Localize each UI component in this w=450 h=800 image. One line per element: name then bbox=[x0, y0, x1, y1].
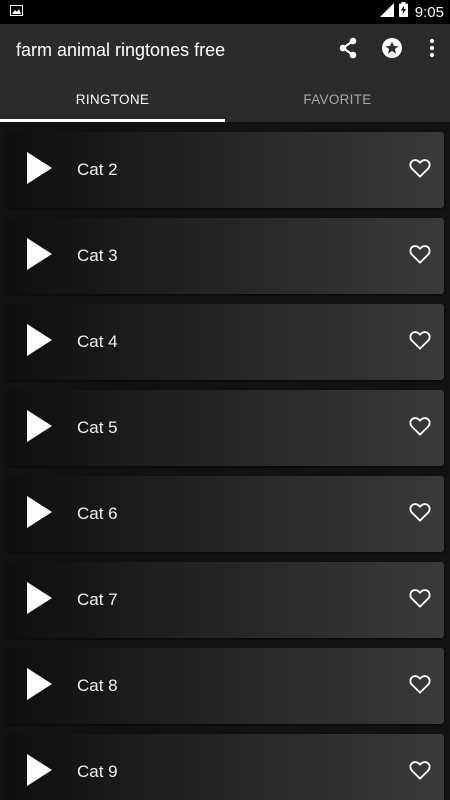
favorite-button[interactable] bbox=[398, 562, 442, 638]
list-item[interactable]: Cat 4 bbox=[6, 304, 444, 380]
play-button[interactable] bbox=[6, 562, 72, 638]
play-icon bbox=[25, 667, 53, 706]
play-button[interactable] bbox=[6, 132, 72, 208]
ringtone-title: Cat 5 bbox=[77, 418, 118, 437]
ringtone-title: Cat 9 bbox=[77, 762, 118, 781]
more-options-button[interactable] bbox=[414, 28, 450, 72]
list-item[interactable]: Cat 5 bbox=[6, 390, 444, 466]
heart-outline-icon bbox=[409, 158, 431, 183]
ringtone-title: Cat 8 bbox=[77, 676, 118, 695]
play-icon bbox=[25, 151, 53, 190]
rate-button[interactable] bbox=[370, 28, 414, 72]
status-time: 9:05 bbox=[414, 3, 444, 21]
play-button[interactable] bbox=[6, 476, 72, 552]
battery-charging-icon bbox=[398, 2, 408, 22]
ringtone-list: Cat 2 Cat 3 Cat 4 Cat 5 Cat 6 Cat 7 Cat … bbox=[0, 122, 450, 800]
image-notification-icon bbox=[10, 3, 23, 21]
play-button[interactable] bbox=[6, 218, 72, 294]
list-item[interactable]: Cat 8 bbox=[6, 648, 444, 724]
status-bar: 9:05 bbox=[0, 0, 450, 24]
play-button[interactable] bbox=[6, 648, 72, 724]
heart-outline-icon bbox=[409, 330, 431, 355]
heart-outline-icon bbox=[409, 244, 431, 269]
ringtone-title: Cat 6 bbox=[77, 504, 118, 523]
favorite-button[interactable] bbox=[398, 476, 442, 552]
play-icon bbox=[25, 409, 53, 448]
ringtone-title: Cat 4 bbox=[77, 332, 118, 351]
favorite-button[interactable] bbox=[398, 648, 442, 724]
heart-outline-icon bbox=[409, 416, 431, 441]
ringtone-title: Cat 3 bbox=[77, 246, 118, 265]
play-button[interactable] bbox=[6, 390, 72, 466]
tab-bar: RINGTONE FAVORITE bbox=[0, 76, 450, 122]
list-item[interactable]: Cat 6 bbox=[6, 476, 444, 552]
share-button[interactable] bbox=[326, 28, 370, 72]
share-icon bbox=[338, 37, 358, 64]
list-item[interactable]: Cat 3 bbox=[6, 218, 444, 294]
play-icon bbox=[25, 495, 53, 534]
tab-ringtone[interactable]: RINGTONE bbox=[0, 76, 225, 122]
favorite-button[interactable] bbox=[398, 132, 442, 208]
favorite-button[interactable] bbox=[398, 218, 442, 294]
heart-outline-icon bbox=[409, 674, 431, 699]
tab-favorite[interactable]: FAVORITE bbox=[225, 76, 450, 122]
list-item[interactable]: Cat 9 bbox=[6, 734, 444, 800]
favorite-button[interactable] bbox=[398, 304, 442, 380]
ringtone-title: Cat 2 bbox=[77, 160, 118, 179]
heart-outline-icon bbox=[409, 502, 431, 527]
heart-outline-icon bbox=[409, 588, 431, 613]
play-icon bbox=[25, 237, 53, 276]
heart-outline-icon bbox=[409, 760, 431, 785]
play-button[interactable] bbox=[6, 304, 72, 380]
app-bar: farm animal ringtones free bbox=[0, 24, 450, 76]
favorite-button[interactable] bbox=[398, 734, 442, 800]
list-item[interactable]: Cat 2 bbox=[6, 132, 444, 208]
signal-icon bbox=[379, 2, 394, 22]
play-button[interactable] bbox=[6, 734, 72, 800]
tab-indicator bbox=[0, 119, 225, 122]
list-item[interactable]: Cat 7 bbox=[6, 562, 444, 638]
favorite-button[interactable] bbox=[398, 390, 442, 466]
play-icon bbox=[25, 323, 53, 362]
ringtone-title: Cat 7 bbox=[77, 590, 118, 609]
star-icon bbox=[381, 37, 403, 64]
more-vert-icon bbox=[429, 38, 435, 63]
app-bar-actions bbox=[326, 28, 450, 72]
play-icon bbox=[25, 753, 53, 792]
play-icon bbox=[25, 581, 53, 620]
app-title: farm animal ringtones free bbox=[16, 39, 226, 60]
